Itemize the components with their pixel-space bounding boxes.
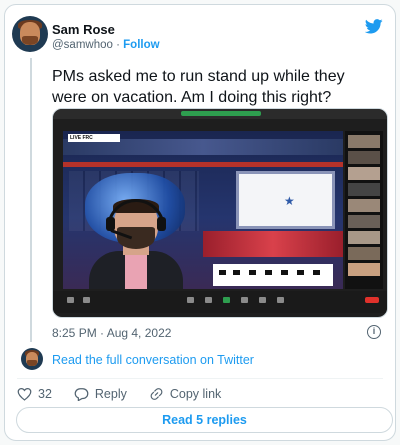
separator: ·	[116, 39, 120, 51]
video-stage: ★ LIVE FRC	[63, 131, 343, 289]
info-icon[interactable]: i	[367, 325, 381, 339]
reply-label: Reply	[94, 387, 127, 401]
participant-thumbnails	[345, 131, 383, 289]
heart-icon	[17, 387, 32, 401]
conversation-avatar	[21, 348, 43, 370]
divider	[17, 378, 383, 379]
person-video	[81, 199, 191, 289]
like-count: 32	[38, 387, 52, 401]
thread-line	[30, 58, 32, 342]
reply-icon	[74, 388, 89, 401]
star-icon: ★	[284, 194, 295, 208]
live-tag: LIVE FRC	[68, 134, 120, 142]
zoom-title-bar	[53, 109, 387, 119]
zoom-end-button	[365, 297, 379, 303]
copy-link-label: Copy link	[169, 387, 222, 401]
studio-screen: ★	[236, 171, 335, 229]
twitter-bird-icon[interactable]	[365, 19, 383, 34]
zoom-recording-bar	[181, 111, 261, 116]
avatar[interactable]	[12, 16, 48, 52]
tweet-media-image[interactable]: ★ LIVE FRC	[52, 108, 388, 318]
zoom-toolbar	[53, 291, 387, 313]
tweet-card: Sam Rose @samwhoo · Follow PMs asked me …	[4, 4, 396, 441]
action-bar: 32 Reply Copy link	[17, 386, 243, 402]
like-button[interactable]: 32	[17, 387, 52, 401]
read-replies-button[interactable]: Read 5 replies	[16, 407, 393, 433]
copy-link-button[interactable]: Copy link	[149, 387, 221, 401]
ticker-bar	[213, 264, 333, 286]
author-handle-row: @samwhoo · Follow	[52, 39, 160, 51]
read-conversation-link[interactable]: Read the full conversation on Twitter	[52, 353, 254, 367]
follow-button[interactable]: Follow	[123, 39, 159, 51]
author-name[interactable]: Sam Rose	[52, 22, 115, 37]
author-handle[interactable]: @samwhoo	[52, 39, 113, 51]
tweet-text: PMs asked me to run stand up while they …	[52, 68, 345, 106]
link-icon	[150, 388, 163, 400]
tweet-timestamp[interactable]: 8:25 PM · Aug 4, 2022	[52, 326, 171, 340]
reply-button[interactable]: Reply	[74, 387, 127, 401]
